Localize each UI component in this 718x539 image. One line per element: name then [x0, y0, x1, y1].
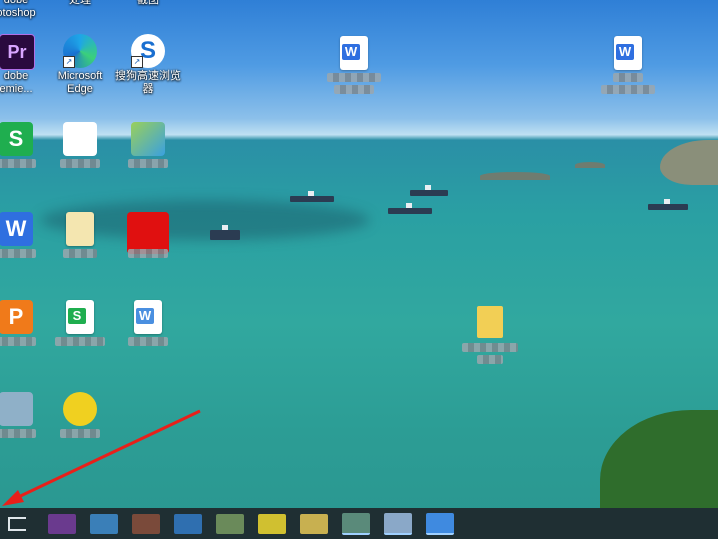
- boat: [648, 199, 688, 210]
- boat: [210, 225, 240, 240]
- blurred-label: [128, 337, 168, 346]
- icon-label: 搜狗高速浏览 器: [115, 70, 181, 95]
- blurred-label: [477, 355, 503, 364]
- blurred-label: [128, 249, 168, 258]
- blurred-label: [60, 429, 100, 438]
- wps-sheet-icon: S: [0, 122, 33, 156]
- blurred-label: [462, 343, 518, 352]
- desktop-icon-app-3[interactable]: [42, 392, 118, 438]
- taskbar-app-6[interactable]: [258, 513, 286, 534]
- desktop-icon-doc-3[interactable]: W: [590, 36, 666, 94]
- boat: [388, 203, 432, 214]
- desktop-icon-edge[interactable]: ↗ Microsoft Edge: [42, 34, 118, 96]
- app-3-icon: [63, 392, 97, 426]
- shortcut-arrow-icon: ↗: [63, 56, 75, 68]
- blurred-label: [60, 159, 100, 168]
- blurred-label: [0, 337, 36, 346]
- edge-icon: ↗: [63, 34, 97, 68]
- blurred-label: [0, 159, 36, 168]
- folder-icon: [477, 306, 503, 338]
- doc-icon: W: [614, 36, 642, 70]
- icon-label: 处理: [69, 0, 91, 6]
- shortcut-arrow-icon: ↗: [131, 56, 143, 68]
- desktop-icon-file[interactable]: [42, 212, 118, 258]
- taskbar-app-1[interactable]: [48, 513, 76, 534]
- wps-ppt-icon: P: [0, 300, 33, 334]
- desktop-icon-sogou[interactable]: S ↗ 搜狗高速浏览 器: [110, 34, 186, 96]
- taskbar-app-2[interactable]: [90, 513, 118, 534]
- icon-label: Microsoft Edge: [57, 70, 103, 95]
- blurred-label: [601, 85, 655, 94]
- blurred-label: [0, 429, 36, 438]
- small-island: [480, 172, 550, 180]
- desktop-background: dobe otoshop 处理 截图 Pr dobe emie... S W P…: [0, 0, 718, 539]
- desktop-icon-app-4[interactable]: [110, 122, 186, 168]
- desktop-icon-doc-2[interactable]: W: [316, 36, 392, 94]
- rock-island: [660, 140, 718, 185]
- desktop-icon-doc[interactable]: W: [110, 300, 186, 346]
- blurred-label: [0, 249, 36, 258]
- taskbar-app-10[interactable]: [426, 512, 454, 535]
- icon-label: 截图: [137, 0, 159, 6]
- taskbar-app-5[interactable]: [216, 513, 244, 534]
- app-4-icon: [131, 122, 165, 156]
- blurred-label: [327, 73, 381, 82]
- premiere-glyph: Pr: [0, 34, 35, 70]
- taskbar-app-8[interactable]: [342, 512, 370, 535]
- taskbar-app-4[interactable]: [174, 513, 202, 534]
- doc-icon: W: [340, 36, 368, 70]
- red-app-icon: [127, 212, 169, 254]
- small-island-2: [575, 162, 605, 168]
- boat: [290, 191, 334, 202]
- app-icon: [0, 392, 33, 426]
- desktop-icon-app-2[interactable]: [42, 122, 118, 168]
- blurred-label: [613, 73, 643, 82]
- xlsx-icon: S: [66, 300, 94, 334]
- wps-writer-icon: W: [0, 212, 33, 246]
- file-icon: [66, 212, 94, 246]
- cloud-app-icon: [63, 122, 97, 156]
- desktop-icon-folder[interactable]: [452, 306, 528, 364]
- blurred-label: [334, 85, 374, 94]
- blurred-label: [63, 249, 97, 258]
- desktop-icon-top-1[interactable]: 处理: [42, 0, 118, 7]
- taskbar-app-7[interactable]: [300, 513, 328, 534]
- blurred-label: [55, 337, 105, 346]
- blurred-label: [128, 159, 168, 168]
- taskbar-app-3[interactable]: [132, 513, 160, 534]
- desktop-icon-top-2[interactable]: 截图: [110, 0, 186, 7]
- taskbar: [0, 508, 718, 539]
- task-view-icon[interactable]: [8, 516, 26, 531]
- sogou-icon: S ↗: [131, 34, 165, 68]
- boat: [410, 185, 448, 196]
- taskbar-app-9[interactable]: [384, 512, 412, 535]
- desktop-icon-xlsx[interactable]: S: [42, 300, 118, 346]
- premiere-icon: Pr: [0, 34, 35, 70]
- doc-icon: W: [134, 300, 162, 334]
- desktop-icon-red[interactable]: [110, 212, 186, 258]
- green-hill: [600, 410, 718, 510]
